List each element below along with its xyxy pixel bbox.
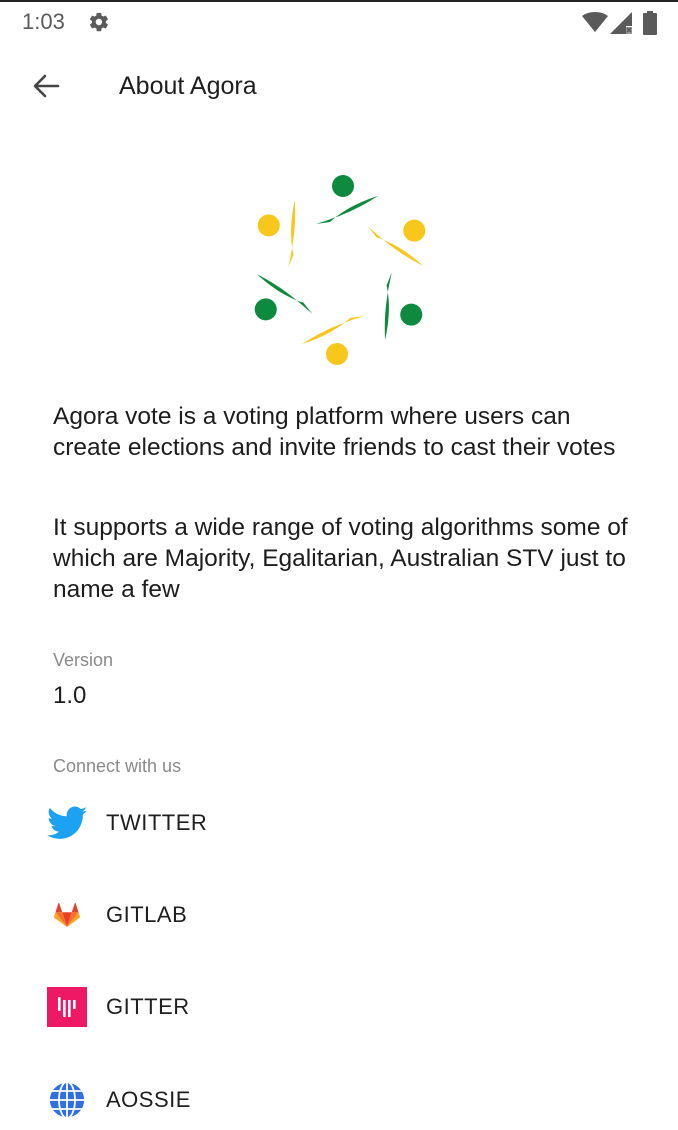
gitlab-link[interactable]: GITLAB xyxy=(40,885,640,945)
version-value: 1.0 xyxy=(53,682,87,709)
logo-figure-yellow xyxy=(367,219,426,266)
globe-icon xyxy=(40,1078,94,1122)
agora-logo xyxy=(238,168,442,372)
arrow-left-icon xyxy=(32,74,60,103)
wifi-icon xyxy=(582,12,608,37)
page-title: About Agora xyxy=(119,72,257,100)
logo-figure-green xyxy=(384,272,423,340)
back-button[interactable] xyxy=(18,64,74,112)
toolbar: About Agora xyxy=(0,52,678,124)
logo-figure-yellow xyxy=(257,200,296,268)
logo-figure-yellow xyxy=(302,316,364,365)
gitter-link[interactable]: GITTER xyxy=(40,977,640,1037)
gitlab-icon xyxy=(40,893,94,937)
gitter-icon xyxy=(40,985,94,1029)
version-label: Version xyxy=(53,650,114,670)
gitter-label: GITTER xyxy=(106,994,190,1019)
signal-icon xyxy=(610,12,634,39)
twitter-link[interactable]: TWITTER xyxy=(40,793,640,853)
status-time: 1:03 xyxy=(22,9,65,34)
status-bar: 1:03 xyxy=(0,0,678,44)
gitlab-label: GITLAB xyxy=(106,902,188,927)
battery-icon xyxy=(643,11,657,40)
gear-icon xyxy=(88,11,110,38)
logo-figure-green xyxy=(316,175,378,224)
twitter-label: TWITTER xyxy=(106,810,208,835)
aossie-label: AOSSIE xyxy=(106,1087,191,1112)
connect-label: Connect with us xyxy=(53,756,182,776)
about-description: Agora vote is a voting platform where us… xyxy=(53,403,616,461)
about-algorithms-description: It supports a wide range of voting algor… xyxy=(53,514,628,603)
twitter-icon xyxy=(40,801,94,845)
logo-figure-green xyxy=(254,274,313,321)
aossie-link[interactable]: AOSSIE xyxy=(40,1070,640,1130)
